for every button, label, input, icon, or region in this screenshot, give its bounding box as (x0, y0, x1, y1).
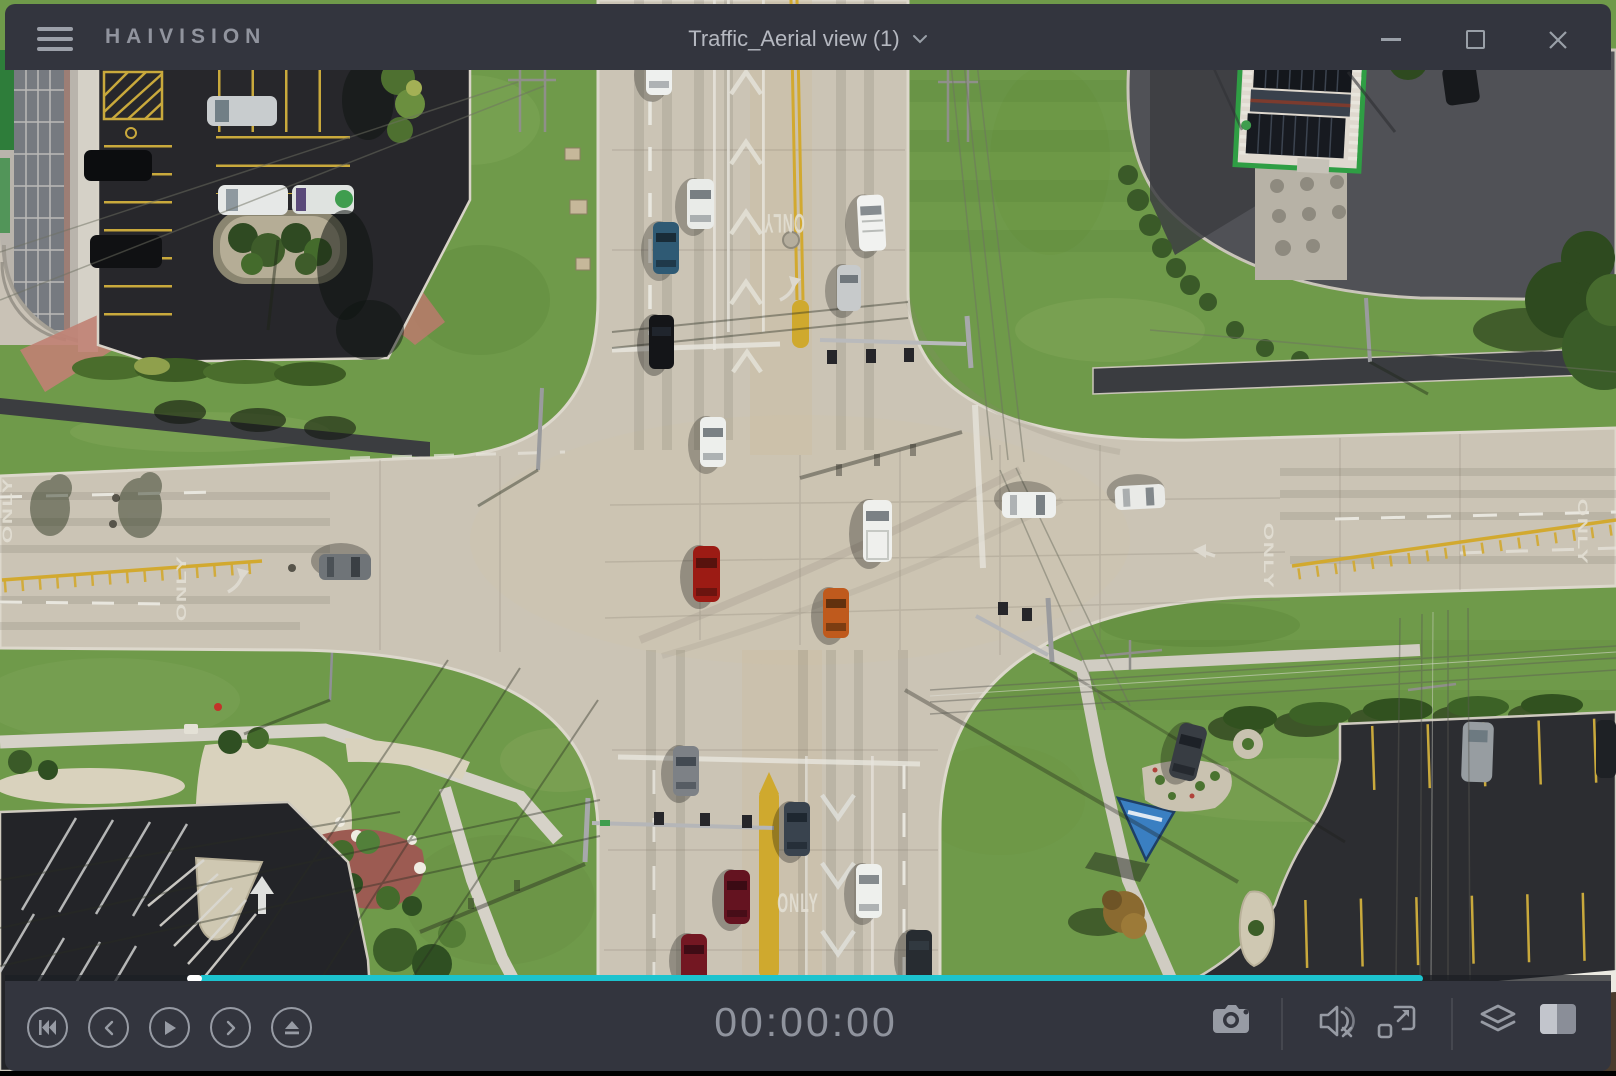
play-button[interactable] (149, 1007, 190, 1048)
skip-to-start-icon (39, 1020, 56, 1035)
mute-button[interactable] (1317, 1002, 1357, 1045)
close-icon (1546, 28, 1570, 52)
road-marking-only-south: ONLY (777, 888, 819, 918)
volume-muted-icon (1317, 1002, 1357, 1040)
step-back-icon (103, 1020, 115, 1036)
step-forward-icon (225, 1020, 237, 1036)
resize-icon (1376, 1002, 1418, 1040)
close-button[interactable] (1546, 28, 1570, 52)
road-marking-only-east: ONLY (1261, 523, 1277, 590)
chevron-down-icon (912, 24, 928, 50)
stream-title: Traffic_Aerial view (1) (688, 26, 900, 51)
side-panel-button[interactable] (1538, 1002, 1578, 1041)
aerial-traffic-video: ONLY ONLY ONLY ONLY ONLY ONLY (0, 0, 1616, 1071)
title-bar: HAIVISION Traffic_Aerial view (1) (5, 4, 1611, 70)
step-back-button[interactable] (88, 1007, 129, 1048)
eject-icon (284, 1020, 300, 1036)
road-marking-only-west-edge: ONLY (0, 477, 15, 544)
road-marking-only-east-edge: ONLY (1575, 499, 1591, 566)
road-marking-only-west: ONLY (173, 555, 189, 622)
road-marking-only-north: ONLY (763, 208, 805, 238)
stream-title-dropdown[interactable]: Traffic_Aerial view (1) (5, 24, 1611, 52)
resize-button[interactable] (1376, 1002, 1418, 1045)
toolbar-divider (1281, 998, 1283, 1050)
timecode-display: 00:00:00 (656, 999, 956, 1046)
skip-to-start-button[interactable] (27, 1007, 68, 1048)
maximize-button[interactable] (1466, 30, 1485, 49)
play-icon (163, 1020, 177, 1036)
player-window: ONLY ONLY ONLY ONLY ONLY ONLY (0, 0, 1616, 1071)
video-surface[interactable]: ONLY ONLY ONLY ONLY ONLY ONLY (0, 0, 1616, 1071)
snapshot-button[interactable] (1213, 1002, 1253, 1041)
layers-icon (1477, 1002, 1519, 1040)
control-bar: 00:00:00 (5, 981, 1611, 1071)
eject-button[interactable] (271, 1007, 312, 1048)
camera-snapshot-icon (1213, 1002, 1253, 1036)
side-panel-icon (1538, 1002, 1578, 1036)
toolbar-divider-2 (1451, 998, 1453, 1050)
minimize-button[interactable] (1381, 38, 1401, 41)
step-forward-button[interactable] (210, 1007, 251, 1048)
layers-button[interactable] (1477, 1002, 1519, 1045)
